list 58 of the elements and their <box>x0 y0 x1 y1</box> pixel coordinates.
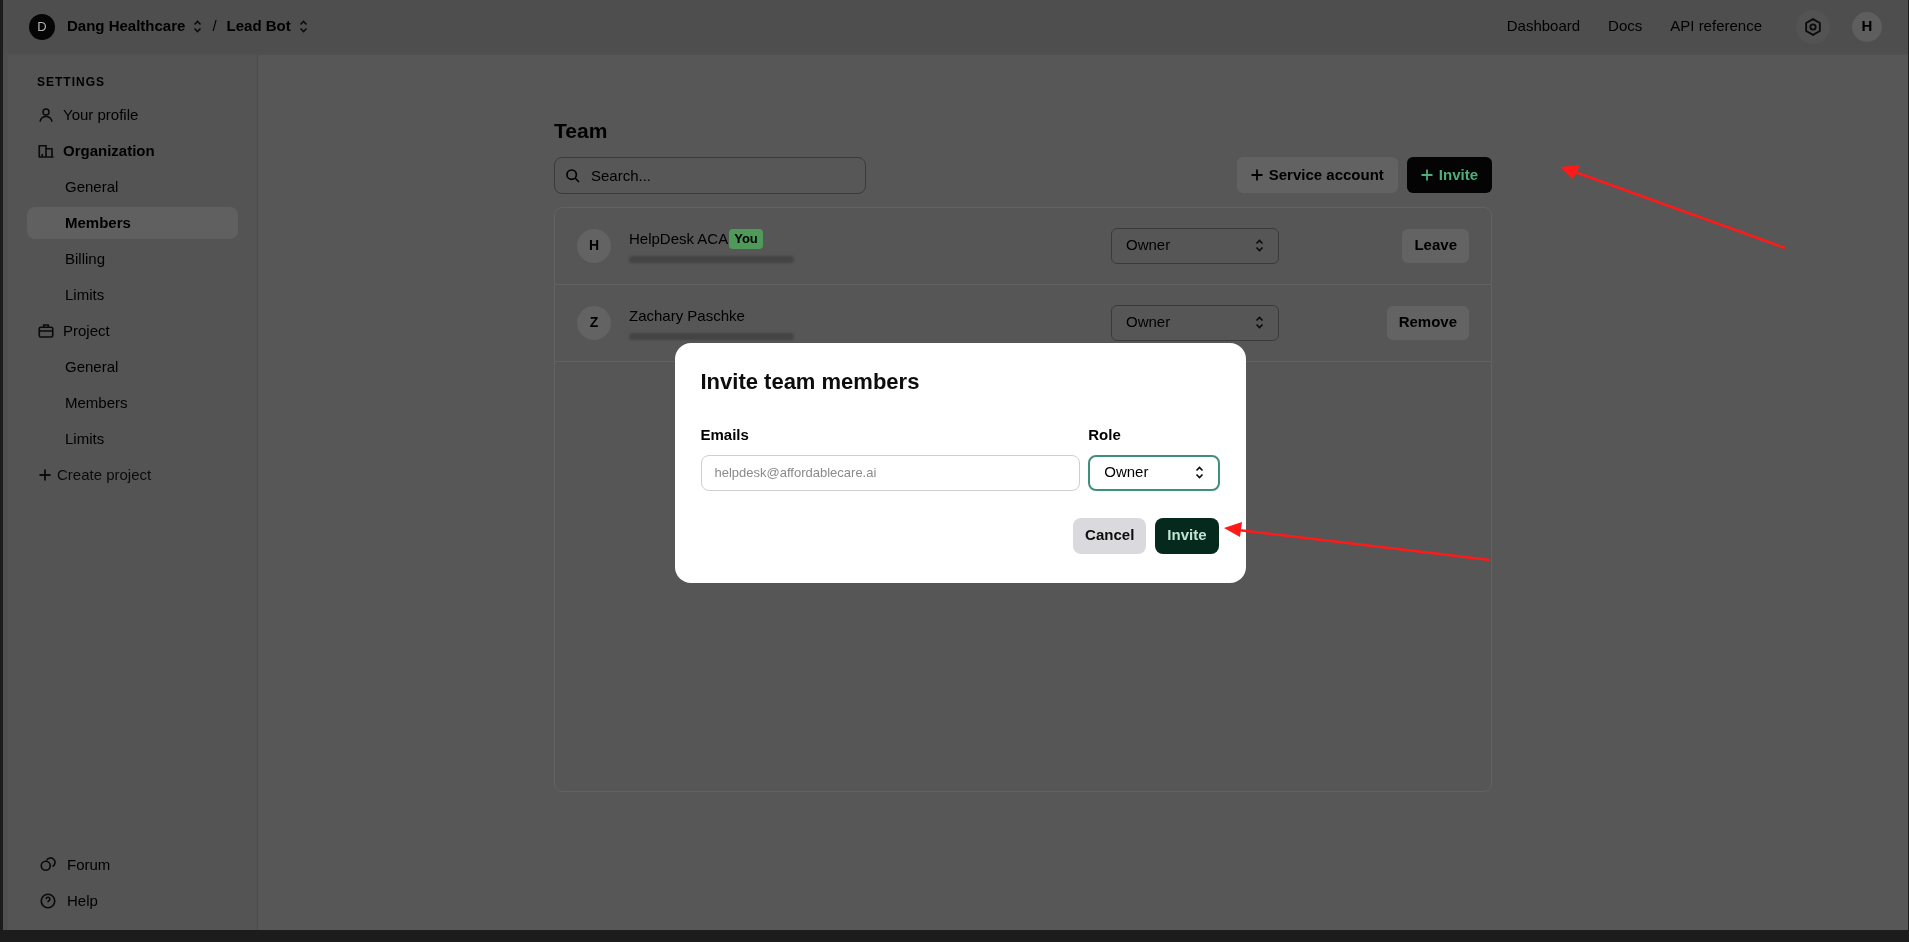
member-action-button[interactable]: Leave <box>1402 228 1469 263</box>
member-avatar: Z <box>577 305 611 340</box>
plus-icon <box>39 469 51 481</box>
sidebar-item[interactable]: Billing <box>27 243 238 275</box>
role-select[interactable]: Owner <box>1088 454 1220 491</box>
user-avatar[interactable]: H <box>1852 11 1882 42</box>
nav-link[interactable]: Dashboard <box>1506 15 1581 38</box>
member-action-button[interactable]: Remove <box>1386 305 1469 340</box>
role-select[interactable]: Owner <box>1111 227 1279 264</box>
org-switcher[interactable]: Dang Healthcare <box>67 15 203 38</box>
you-badge: You <box>729 229 763 249</box>
emails-label: Emails <box>700 425 749 445</box>
help-icon <box>39 892 57 910</box>
sidebar-footer-link[interactable]: Forum <box>27 850 238 880</box>
sidebar-footer-link[interactable]: Help <box>27 886 238 916</box>
plus-icon <box>1420 169 1433 181</box>
org-avatar: D <box>29 13 55 40</box>
sidebar-item[interactable]: Limits <box>27 279 238 311</box>
sidebar-section[interactable]: Your profile <box>27 99 238 131</box>
sidebar-item[interactable]: Limits <box>27 423 238 455</box>
nav-link[interactable]: Docs <box>1608 15 1643 38</box>
chevron-updown-icon <box>298 20 308 33</box>
role-label: Role <box>1088 425 1121 445</box>
nav-link[interactable]: API reference <box>1670 15 1762 38</box>
page-title: Team <box>554 118 609 144</box>
sidebar-heading: SETTINGS <box>36 74 106 91</box>
dialog-title: Invite team members <box>700 368 920 396</box>
person-icon <box>37 106 55 124</box>
role-select[interactable]: Owner <box>1111 304 1279 341</box>
search-icon <box>565 167 581 184</box>
org-name: Dang Healthcare <box>67 16 186 37</box>
member-name: HelpDesk ACA <box>629 228 729 249</box>
project-name[interactable]: Lead Bot <box>226 15 291 38</box>
invite-button[interactable]: Invite <box>1406 157 1492 193</box>
member-name: Zachary Paschke <box>629 305 745 326</box>
briefcase-icon <box>37 322 55 340</box>
create-project-link[interactable]: Create project <box>27 459 238 491</box>
chevron-updown-icon <box>1194 466 1204 479</box>
building-icon <box>37 142 55 160</box>
sidebar-item[interactable]: General <box>27 171 238 203</box>
cancel-button[interactable]: Cancel <box>1073 517 1147 554</box>
member-avatar: H <box>577 228 611 263</box>
breadcrumb-separator: / <box>212 16 217 37</box>
invite-button[interactable]: Invite <box>1155 517 1219 554</box>
settings-icon[interactable] <box>1796 9 1830 44</box>
emails-field[interactable]: helpdesk@affordablecare.ai <box>700 454 1081 491</box>
chevron-updown-icon <box>1255 316 1264 329</box>
plus-icon <box>1250 169 1263 181</box>
sidebar-section[interactable]: Project <box>27 315 238 347</box>
sidebar-section[interactable]: Organization <box>27 135 238 167</box>
sidebar-item[interactable]: General <box>27 351 238 383</box>
search-field[interactable]: Search... <box>554 156 866 194</box>
service-account-button[interactable]: Service account <box>1236 157 1398 193</box>
sidebar-item[interactable]: Members <box>27 207 238 239</box>
chevron-updown-icon <box>1255 239 1264 252</box>
sidebar-item[interactable]: Members <box>27 387 238 419</box>
chevron-updown-icon <box>193 20 203 33</box>
chat-bubbles-icon <box>39 856 57 874</box>
